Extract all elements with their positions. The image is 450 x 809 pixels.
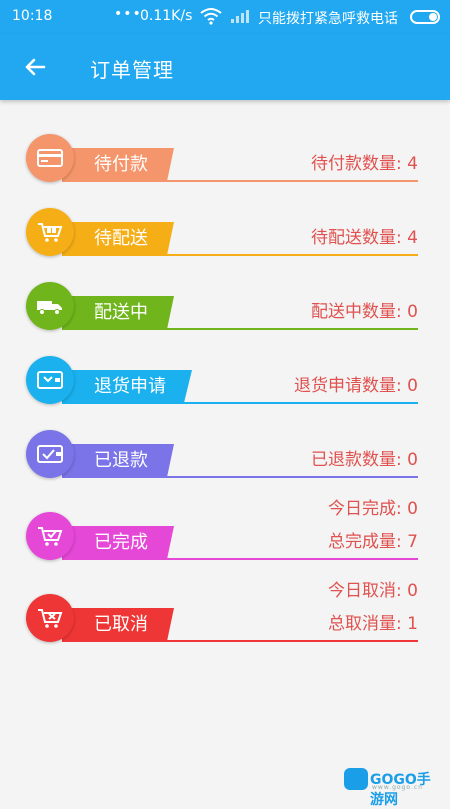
status-count: 退货申请数量: 0 [294,376,418,396]
cart-icon [26,208,74,256]
card-icon [26,134,74,182]
today-count: 今日取消: 0 [328,581,418,601]
status-ribbon: 已退款 [62,444,174,476]
status-count: 待配送数量: 4 [311,228,418,248]
truck-icon [26,282,74,330]
return-card-icon [26,356,74,404]
status-ribbon: 待配送 [62,222,174,254]
status-count: 待付款数量: 4 [311,154,418,174]
wifi-icon [200,8,222,25]
divider [62,254,418,256]
arrow-left-icon[interactable] [18,50,52,84]
order-row-completed[interactable]: 已完成 今日完成: 0 总完成量: 7 [0,499,450,578]
watermark-logo: GOGO手游网 www.gogo.cn [344,764,444,808]
app-bar: 订单管理 [0,34,450,100]
divider [62,558,418,560]
emergency-call-text: 只能拨打紧急呼救电话 [258,11,398,27]
status-ribbon: 已完成 [62,526,174,558]
status-count: 总完成量: 7 [328,532,418,552]
notification-dots: ••• [114,6,142,22]
today-count: 今日完成: 0 [328,499,418,519]
divider [62,402,418,404]
status-time: 10:18 [12,8,53,24]
page-title: 订单管理 [90,58,174,82]
network-speed: 0.11K/s [140,8,193,24]
watermark-subtext: www.gogo.cn [372,784,423,791]
divider [62,328,418,330]
wallet-check-icon [26,430,74,478]
divider [62,180,418,182]
divider [62,640,418,642]
status-count: 总取消量: 1 [328,614,418,634]
cart-x-icon [26,594,74,642]
order-row-return-request[interactable]: 退货申请 退货申请数量: 0 [0,356,450,422]
signal-icon [231,10,249,23]
status-count: 已退款数量: 0 [311,450,418,470]
gamepad-icon [344,768,368,790]
order-row-delivering[interactable]: 配送中 配送中数量: 0 [0,282,450,348]
order-row-pending-payment[interactable]: 待付款 待付款数量: 4 [0,134,450,200]
order-row-pending-delivery[interactable]: 待配送 待配送数量: 4 [0,208,450,274]
status-ribbon: 待付款 [62,148,174,180]
status-bar: 10:18 ••• 0.11K/s 只能拨打紧急呼救电话 [0,0,450,34]
status-ribbon: 退货申请 [62,370,192,402]
order-row-refunded[interactable]: 已退款 已退款数量: 0 [0,430,450,496]
status-count: 配送中数量: 0 [311,302,418,322]
order-row-cancelled[interactable]: 已取消 今日取消: 0 总取消量: 1 [0,581,450,660]
battery-icon [410,10,440,24]
divider [62,476,418,478]
status-ribbon: 配送中 [62,296,174,328]
cart-check-icon [26,512,74,560]
status-ribbon: 已取消 [62,608,174,640]
